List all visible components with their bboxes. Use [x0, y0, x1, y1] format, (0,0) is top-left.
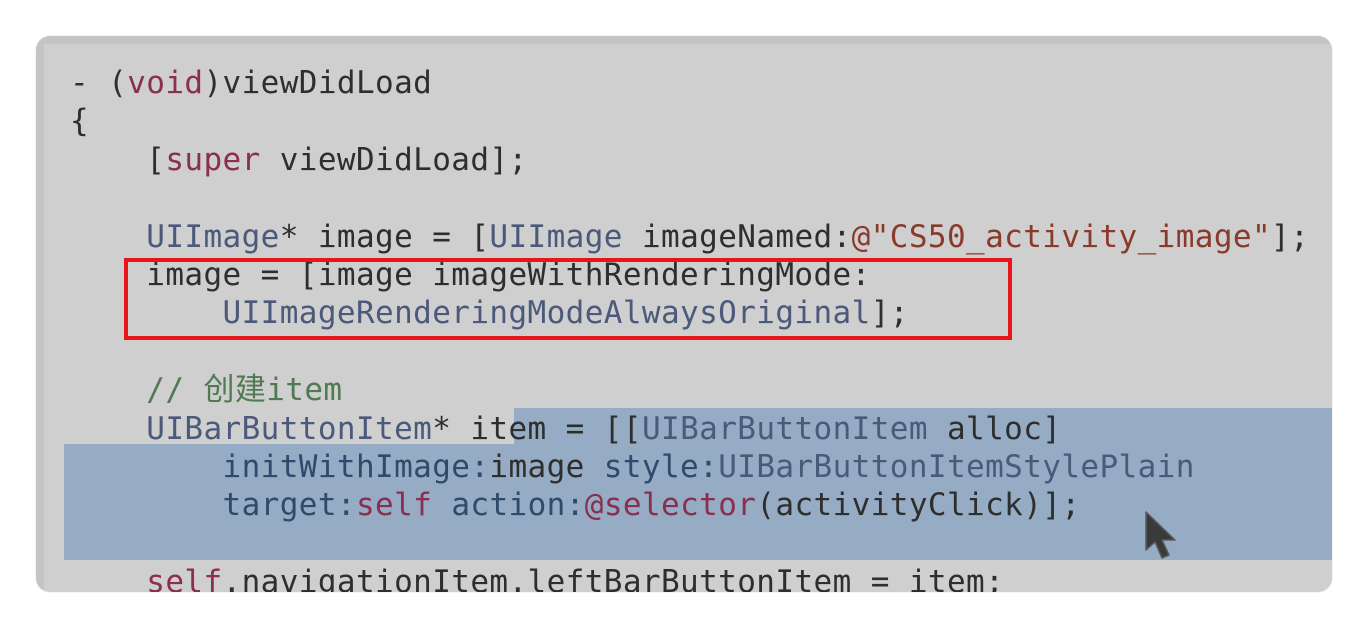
code-token: self — [146, 564, 223, 592]
code-token: void — [127, 65, 204, 101]
code-line: // 创建item — [70, 371, 1309, 409]
code-token: UIImage — [146, 218, 280, 255]
code-token: initWithImage: — [222, 448, 490, 485]
code-token: action: — [451, 487, 585, 524]
code-token: .navigationItem.leftBarButtonItem = item… — [222, 564, 1005, 592]
code-line: ​ — [70, 525, 1309, 563]
code-token: (activityClick)]; — [756, 487, 1081, 524]
code-token: { — [70, 103, 90, 140]
code-line: target:self action:@selector(activityCli… — [70, 486, 1309, 524]
code-token: alloc] — [927, 410, 1062, 447]
code-line: - (void)viewDidLoad — [70, 64, 1309, 102]
code-token: viewDidLoad]; — [260, 141, 528, 178]
code-token: // 创建item — [70, 372, 343, 409]
code-line: UIImage* image = [UIImage imageNamed:@"C… — [70, 218, 1309, 256]
video-frame: - (void)viewDidLoad{ [super viewDidLoad]… — [36, 36, 1332, 592]
code-line: initWithImage:image style:UIBarButtonIte… — [70, 448, 1309, 486]
code-token: style: — [603, 448, 719, 485]
code-token: )viewDidLoad — [203, 65, 433, 101]
code-token: * image = [ — [279, 218, 490, 255]
code-line: { — [70, 102, 1309, 140]
code-token: target: — [222, 487, 356, 524]
code-line: UIBarButtonItem* item = [[UIBarButtonIte… — [70, 410, 1309, 448]
code-token: imageNamed: — [622, 218, 852, 255]
arrow-pointer-icon — [1145, 511, 1176, 559]
code-line: self.navigationItem.leftBarButtonItem = … — [70, 563, 1309, 592]
code-token: @"CS50_activity_image" — [851, 218, 1272, 255]
code-editor[interactable]: - (void)viewDidLoad{ [super viewDidLoad]… — [44, 44, 1332, 592]
code-token: UIImage — [489, 218, 623, 255]
annotation-highlight-box — [124, 258, 1012, 340]
code-token: UIBarButtonItemStylePlain — [718, 448, 1195, 485]
code-token: self — [355, 487, 433, 524]
code-token: image — [489, 448, 604, 485]
code-token: ]; — [1271, 218, 1310, 255]
code-token: - ( — [70, 65, 128, 101]
code-token: * item = [[ — [432, 410, 642, 447]
code-token: UIBarButtonItem — [146, 410, 433, 447]
code-token: super — [165, 141, 261, 178]
code-token: @selector — [584, 487, 757, 524]
code-token: [ — [70, 141, 166, 178]
code-line: [super viewDidLoad]; — [70, 141, 1309, 179]
code-line: ​ — [70, 179, 1309, 217]
code-token: UIBarButtonItem — [641, 410, 928, 447]
